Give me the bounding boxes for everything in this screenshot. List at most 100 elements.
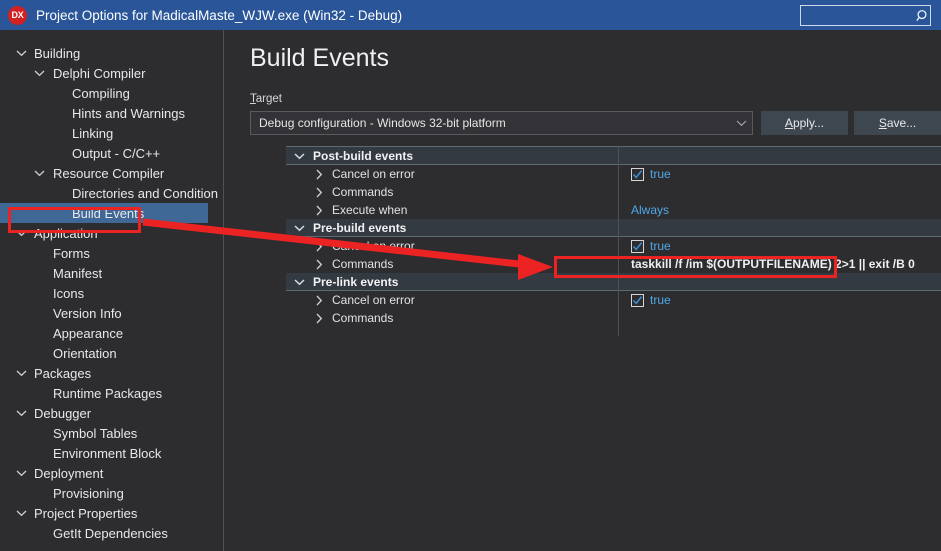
- sidebar-item-provisioning[interactable]: Provisioning: [0, 483, 223, 503]
- sidebar-item-label: Resource Compiler: [53, 165, 165, 181]
- grid-value-cell[interactable]: [619, 183, 941, 201]
- chevron-right-icon[interactable]: [313, 204, 325, 216]
- chevron-right-icon[interactable]: [313, 312, 325, 324]
- sidebar-item-manifest[interactable]: Manifest: [0, 263, 223, 283]
- sidebar-item-project-properties[interactable]: Project Properties: [0, 503, 223, 523]
- grid-value-cell[interactable]: [619, 309, 941, 327]
- grid-value-cell: [619, 273, 941, 291]
- grid-property-row[interactable]: Commands: [286, 309, 618, 327]
- sidebar-item-hints-and-warnings[interactable]: Hints and Warnings: [0, 103, 223, 123]
- sidebar-item-icons[interactable]: Icons: [0, 283, 223, 303]
- grid-value-cell[interactable]: true: [619, 291, 941, 309]
- grid-value-cell: [619, 147, 941, 165]
- grid-property-row[interactable]: Execute when: [286, 201, 618, 219]
- chevron-right-icon[interactable]: [313, 240, 325, 252]
- grid-name-column[interactable]: Post-build events Cancel on error Commands…: [286, 147, 618, 327]
- chevron-down-icon[interactable]: [292, 149, 306, 163]
- grid-value-column[interactable]: true Always true taskkill /f /im $(OUTPUTFI…: [619, 147, 941, 327]
- sidebar-item-build-events[interactable]: Build Events: [0, 203, 208, 223]
- sidebar-item-label: Environment Block: [53, 445, 162, 461]
- grid-value-cell[interactable]: Always: [619, 201, 941, 219]
- grid-value-cell[interactable]: true: [619, 237, 941, 255]
- checkbox-value-label: true: [650, 239, 671, 253]
- checkbox-checked-icon[interactable]: [631, 293, 644, 307]
- grid-property-row[interactable]: Commands: [286, 255, 618, 273]
- chevron-down-icon[interactable]: [14, 506, 28, 520]
- sidebar-item-symbol-tables[interactable]: Symbol Tables: [0, 423, 223, 443]
- grid-property-row[interactable]: Cancel on error: [286, 291, 618, 309]
- sidebar-item-getit-dependencies[interactable]: GetIt Dependencies: [0, 523, 223, 543]
- sidebar-item-resource-compiler[interactable]: Resource Compiler: [0, 163, 223, 183]
- sidebar-item-debugger[interactable]: Debugger: [0, 403, 223, 423]
- grid-group-row[interactable]: Pre-build events: [286, 219, 618, 237]
- grid-property-row[interactable]: Commands: [286, 183, 618, 201]
- title-bar: DX Project Options for MadicalMaste_WJW.…: [0, 0, 941, 30]
- options-tree-sidebar[interactable]: Building Delphi Compiler Compiling Hints an…: [0, 30, 223, 551]
- chevron-down-icon[interactable]: [730, 119, 752, 127]
- sidebar-item-building[interactable]: Building: [0, 43, 223, 63]
- sidebar-item-label: Orientation: [53, 345, 117, 361]
- sidebar-item-environment-block[interactable]: Environment Block: [0, 443, 223, 463]
- sidebar-item-label: Delphi Compiler: [53, 65, 146, 81]
- grid-property-row[interactable]: Cancel on error: [286, 237, 618, 255]
- chevron-down-icon[interactable]: [14, 46, 28, 60]
- checkbox-value-label: true: [650, 293, 671, 307]
- checkbox-value-label: true: [650, 167, 671, 181]
- chevron-right-icon[interactable]: [313, 186, 325, 198]
- chevron-down-icon[interactable]: [292, 275, 306, 289]
- chevron-down-icon[interactable]: [14, 366, 28, 380]
- sidebar-item-label: Hints and Warnings: [72, 105, 185, 121]
- sidebar-item-appearance[interactable]: Appearance: [0, 323, 223, 343]
- sidebar-item-delphi-compiler[interactable]: Delphi Compiler: [0, 63, 223, 83]
- grid-row-label: Execute when: [332, 203, 408, 217]
- sidebar-item-packages[interactable]: Packages: [0, 363, 223, 383]
- apply-button[interactable]: Apply...: [761, 111, 848, 135]
- save-button[interactable]: Save...: [854, 111, 941, 135]
- search-box[interactable]: [769, 5, 931, 26]
- sidebar-item-compiling[interactable]: Compiling: [0, 83, 223, 103]
- checkbox-checked-icon[interactable]: [631, 167, 644, 181]
- chevron-right-icon[interactable]: [313, 294, 325, 306]
- sidebar-item-label: Build Events: [72, 205, 145, 221]
- sidebar-item-output-c-c[interactable]: Output - C/C++: [0, 143, 223, 163]
- chevron-right-icon[interactable]: [313, 168, 325, 180]
- sidebar-item-linking[interactable]: Linking: [0, 123, 223, 143]
- sidebar-item-directories-and-condition[interactable]: Directories and Condition: [0, 183, 223, 203]
- sidebar-item-label: Output - C/C++: [72, 145, 161, 161]
- save-accel: S: [878, 116, 887, 130]
- target-combo[interactable]: Debug configuration - Windows 32-bit pla…: [250, 111, 753, 135]
- chevron-down-icon[interactable]: [14, 406, 28, 420]
- search-input[interactable]: [769, 6, 916, 25]
- chevron-down-icon[interactable]: [14, 466, 28, 480]
- sidebar-item-label: Icons: [53, 285, 85, 301]
- grid-group-row[interactable]: Pre-link events: [286, 273, 618, 291]
- grid-row-label: Post-build events: [313, 149, 414, 163]
- chevron-down-icon[interactable]: [14, 226, 28, 240]
- sidebar-item-label: Application: [34, 225, 98, 241]
- grid-group-row[interactable]: Post-build events: [286, 147, 618, 165]
- chevron-down-icon[interactable]: [32, 166, 46, 180]
- sidebar-item-orientation[interactable]: Orientation: [0, 343, 223, 363]
- sidebar-item-application[interactable]: Application: [0, 223, 223, 243]
- sidebar-item-runtime-packages[interactable]: Runtime Packages: [0, 383, 223, 403]
- chevron-down-icon[interactable]: [292, 221, 306, 235]
- sidebar-item-version-info[interactable]: Version Info: [0, 303, 223, 323]
- sidebar-item-deployment[interactable]: Deployment: [0, 463, 223, 483]
- grid-command-value: taskkill /f /im $(OUTPUTFILENAME) 2>1 ||…: [631, 257, 915, 271]
- chevron-down-icon[interactable]: [32, 66, 46, 80]
- chevron-right-icon[interactable]: [313, 258, 325, 270]
- sidebar-item-forms[interactable]: Forms: [0, 243, 223, 263]
- grid-row-label: Cancel on error: [332, 293, 415, 307]
- checkbox-checked-icon[interactable]: [631, 239, 644, 253]
- search-icon[interactable]: [916, 6, 930, 25]
- window-title: Project Options for MadicalMaste_WJW.exe…: [36, 7, 403, 23]
- page-title: Build Events: [250, 44, 389, 72]
- grid-property-row[interactable]: Cancel on error: [286, 165, 618, 183]
- save-rest: ave...: [886, 116, 917, 130]
- grid-value-text: Always: [631, 203, 670, 217]
- grid-value-cell[interactable]: true: [619, 165, 941, 183]
- sidebar-item-label: Debugger: [34, 405, 92, 421]
- grid-value-cell[interactable]: taskkill /f /im $(OUTPUTFILENAME) 2>1 ||…: [619, 255, 941, 273]
- sidebar-item-label: Runtime Packages: [53, 385, 163, 401]
- grid-row-label: Commands: [332, 257, 394, 271]
